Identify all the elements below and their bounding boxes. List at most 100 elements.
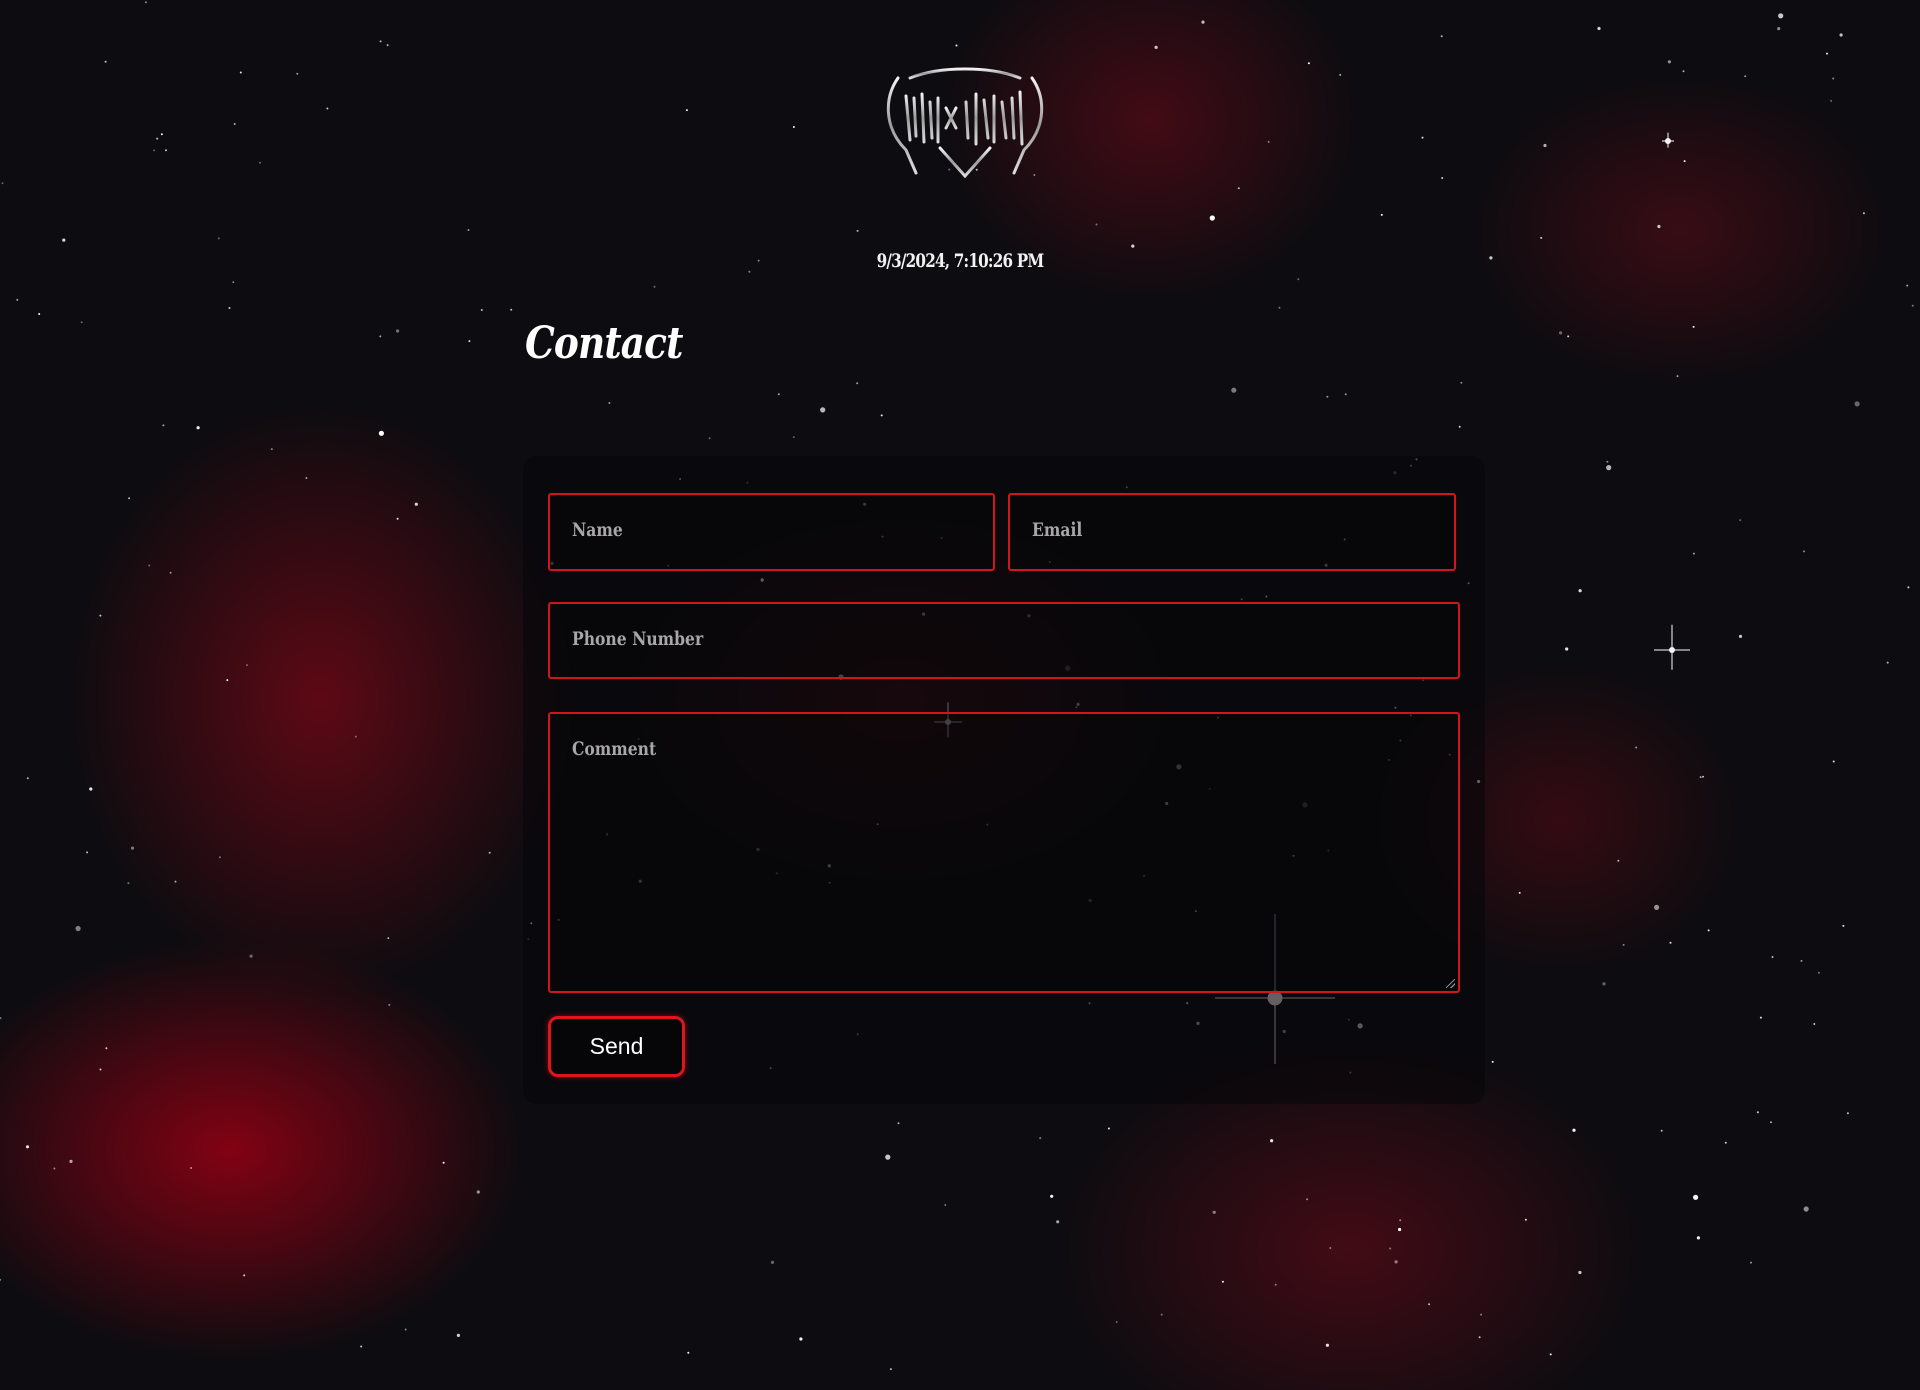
star xyxy=(1756,1111,1759,1114)
star xyxy=(156,137,159,140)
phone-number-input[interactable]: Phone Number xyxy=(548,602,1460,679)
star xyxy=(1597,26,1601,31)
star xyxy=(1329,1247,1332,1249)
star xyxy=(1460,381,1463,384)
star xyxy=(16,298,19,301)
star xyxy=(1813,1023,1816,1025)
star xyxy=(1518,891,1521,894)
star xyxy=(1212,1210,1216,1214)
star xyxy=(1056,1220,1060,1224)
comment-textarea[interactable]: Comment xyxy=(548,712,1460,993)
star xyxy=(1306,1198,1309,1201)
phone-number-placeholder: Phone Number xyxy=(572,628,704,650)
star xyxy=(1907,586,1910,589)
star xyxy=(62,238,66,242)
star xyxy=(270,448,273,451)
star xyxy=(226,679,229,682)
star xyxy=(1339,73,1342,76)
star xyxy=(128,497,131,500)
star xyxy=(53,1167,56,1170)
star xyxy=(360,1345,363,1348)
name-input[interactable]: Name xyxy=(548,493,995,571)
star xyxy=(26,777,29,780)
star xyxy=(1478,1336,1481,1339)
star xyxy=(38,313,41,315)
star xyxy=(165,149,167,152)
star xyxy=(1800,959,1803,962)
star xyxy=(777,393,780,396)
star xyxy=(1846,1112,1849,1115)
star xyxy=(467,229,470,231)
star xyxy=(685,109,688,112)
star xyxy=(1826,52,1828,55)
comment-placeholder: Comment xyxy=(572,738,657,760)
star xyxy=(218,856,221,859)
star xyxy=(1095,223,1098,226)
star xyxy=(653,285,656,288)
star xyxy=(1667,60,1671,64)
star xyxy=(0,1017,2,1020)
page-title: Contact xyxy=(525,318,683,369)
star xyxy=(1270,1139,1274,1143)
star xyxy=(468,340,471,343)
star xyxy=(1778,13,1784,19)
star xyxy=(1297,278,1300,281)
star xyxy=(1107,1127,1110,1130)
star xyxy=(1699,776,1702,779)
star xyxy=(1602,982,1606,986)
star xyxy=(799,1337,803,1341)
star xyxy=(1744,75,1747,78)
star xyxy=(69,1159,73,1163)
star xyxy=(1578,589,1582,593)
star xyxy=(378,430,384,436)
star xyxy=(145,1,147,4)
star xyxy=(386,44,389,47)
star xyxy=(25,1145,30,1149)
star xyxy=(1906,284,1909,287)
star xyxy=(80,321,83,324)
star xyxy=(1839,33,1843,37)
star xyxy=(1154,45,1158,50)
star xyxy=(1759,1016,1762,1019)
star xyxy=(1750,1261,1752,1264)
star xyxy=(480,309,483,311)
star xyxy=(1559,331,1563,335)
star xyxy=(1399,1219,1402,1222)
star xyxy=(1738,634,1743,639)
star xyxy=(1724,1141,1727,1144)
sparkle-star xyxy=(1654,624,1690,670)
star xyxy=(1702,775,1704,778)
star xyxy=(442,1161,445,1164)
star xyxy=(1830,99,1833,102)
star xyxy=(1540,236,1543,239)
star xyxy=(1201,20,1205,24)
star xyxy=(1739,519,1742,522)
star xyxy=(379,40,382,43)
star xyxy=(1862,212,1865,215)
star xyxy=(86,851,89,854)
star xyxy=(239,71,242,74)
star xyxy=(792,436,795,439)
current-datetime: 9/3/2024, 7:10:26 PM xyxy=(876,250,1045,272)
send-button[interactable]: Send xyxy=(548,1016,685,1077)
star xyxy=(127,882,130,885)
email-input[interactable]: Email xyxy=(1008,493,1456,571)
star xyxy=(488,851,491,854)
star xyxy=(1911,304,1914,307)
star xyxy=(1524,1218,1527,1221)
star xyxy=(770,1260,775,1264)
star xyxy=(708,437,711,440)
star xyxy=(396,329,400,333)
star xyxy=(1660,1129,1663,1132)
star xyxy=(1389,1247,1392,1250)
star xyxy=(1572,1128,1576,1132)
star xyxy=(1803,1206,1809,1212)
star xyxy=(1039,1137,1042,1140)
star xyxy=(190,1167,193,1169)
star xyxy=(354,735,357,738)
textarea-resize-handle[interactable] xyxy=(1446,979,1455,988)
star xyxy=(75,925,81,932)
star xyxy=(1421,136,1424,139)
star xyxy=(196,426,200,430)
star xyxy=(1654,904,1660,911)
